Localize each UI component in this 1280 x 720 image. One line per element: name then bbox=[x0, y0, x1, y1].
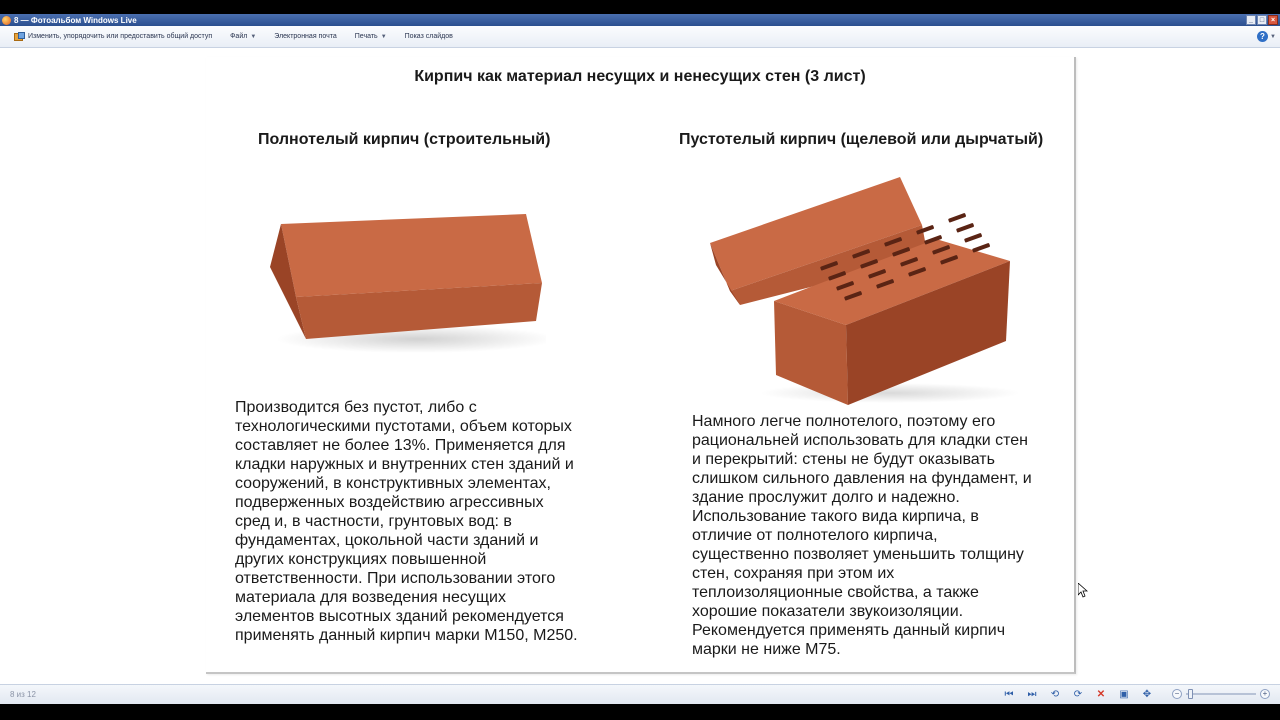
zoom-control: − + bbox=[1172, 689, 1270, 699]
close-button[interactable]: × bbox=[1268, 15, 1278, 25]
slideshow-icon[interactable]: ▣ bbox=[1117, 688, 1131, 702]
page-counter: 8 из 12 bbox=[10, 690, 36, 699]
help-icon[interactable]: ? bbox=[1257, 31, 1268, 42]
brick-hole bbox=[948, 213, 967, 223]
photo-gallery-app-icon bbox=[2, 15, 11, 25]
slideshow-button[interactable]: Показ слайдов bbox=[405, 33, 453, 40]
slide-image: Кирпич как материал несущих и ненесущих … bbox=[206, 57, 1076, 674]
slideshow-label: Показ слайдов bbox=[404, 33, 453, 40]
previous-icon[interactable]: ⏮ bbox=[1002, 688, 1016, 702]
share-menu[interactable]: Изменить, упорядочить или предоставить о… bbox=[14, 32, 212, 41]
delete-icon[interactable]: ✕ bbox=[1094, 688, 1108, 702]
navigation-controls: ⏮ ⏭ ⟲ ⟳ ✕ ▣ ✥ bbox=[1002, 688, 1163, 702]
mouse-cursor-icon bbox=[1078, 583, 1088, 598]
share-label: Изменить, упорядочить или предоставить о… bbox=[28, 33, 213, 40]
file-menu[interactable]: Файл ▼ bbox=[230, 33, 256, 40]
chevron-down-icon: ▼ bbox=[380, 33, 387, 40]
photo-viewer: Кирпич как материал несущих и ненесущих … bbox=[0, 48, 1280, 684]
chevron-down-icon: ▼ bbox=[250, 33, 257, 40]
file-label: Файл bbox=[230, 33, 248, 40]
hollow-brick-heading: Пустотелый кирпич (щелевой или дырчатый) bbox=[679, 131, 1044, 148]
maximize-button[interactable]: □ bbox=[1257, 15, 1267, 25]
window-buttons: _ □ × bbox=[1246, 15, 1278, 25]
rotate-right-icon[interactable]: ⟳ bbox=[1071, 688, 1085, 702]
chevron-down-icon[interactable]: ▼ bbox=[1270, 34, 1276, 40]
zoom-in-button[interactable]: + bbox=[1260, 689, 1270, 699]
solid-brick-picture bbox=[270, 214, 546, 353]
hollow-brick-description: Намного легче полнотелого, поэтому его р… bbox=[692, 413, 1032, 658]
minimize-button[interactable]: _ bbox=[1246, 15, 1256, 25]
zoom-out-button[interactable]: − bbox=[1172, 689, 1182, 699]
screen-bottom-edge bbox=[0, 704, 1280, 720]
slide-title: Кирпич как материал несущих и ненесущих … bbox=[414, 68, 866, 85]
print-label: Печать bbox=[354, 33, 378, 40]
fit-icon[interactable]: ✥ bbox=[1140, 688, 1154, 702]
zoom-slider-thumb[interactable] bbox=[1188, 689, 1193, 699]
window-titlebar: 8 — Фотоальбом Windows Live _ □ × bbox=[0, 14, 1280, 26]
email-label: Электронная почта bbox=[274, 33, 337, 40]
status-bar: 8 из 12 ⏮ ⏭ ⟲ ⟳ ✕ ▣ ✥ − + bbox=[0, 684, 1280, 704]
rotate-left-icon[interactable]: ⟲ bbox=[1048, 688, 1062, 702]
brick-hole bbox=[972, 243, 991, 253]
print-menu[interactable]: Печать ▼ bbox=[355, 33, 387, 40]
email-button[interactable]: Электронная почта bbox=[274, 33, 336, 40]
brick-top-face bbox=[281, 214, 542, 297]
zoom-slider-track[interactable] bbox=[1186, 689, 1256, 699]
brick-hole bbox=[956, 223, 975, 233]
share-icon bbox=[14, 32, 25, 41]
solid-brick-heading: Полнотелый кирпич (строительный) bbox=[258, 131, 551, 148]
solid-brick-description: Производится без пустот, либо с технолог… bbox=[235, 399, 578, 644]
next-icon[interactable]: ⏭ bbox=[1025, 688, 1039, 702]
window-title: 8 — Фотоальбом Windows Live bbox=[14, 15, 137, 25]
command-toolbar: Изменить, упорядочить или предоставить о… bbox=[0, 26, 1280, 48]
brick-hole bbox=[964, 233, 983, 243]
hollow-brick-picture bbox=[710, 177, 1020, 405]
